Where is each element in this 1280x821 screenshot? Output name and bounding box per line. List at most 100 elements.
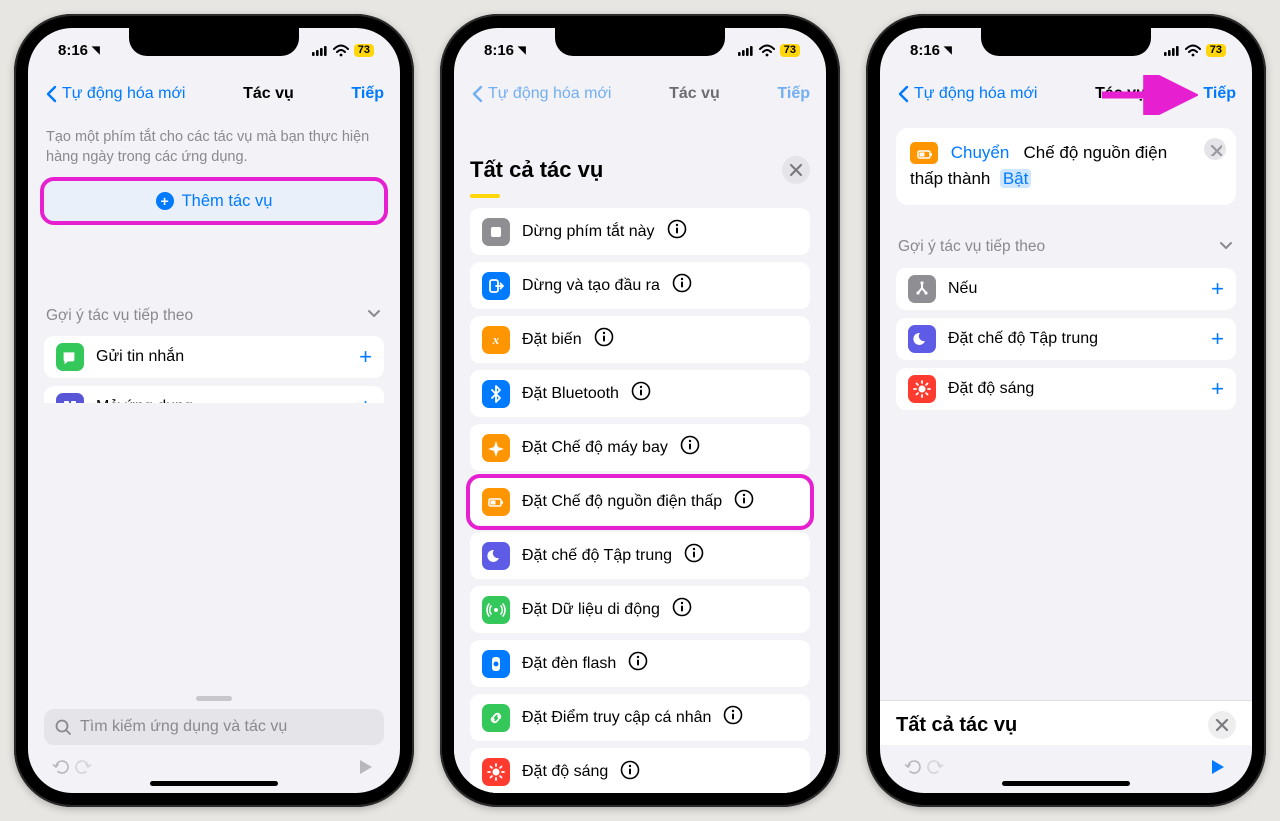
suggestion-row[interactable]: Nếu +	[896, 268, 1236, 310]
plus-icon: +	[156, 192, 174, 210]
back-button[interactable]: Tự động hóa mới	[896, 85, 1037, 103]
nav-bar: Tự động hóa mới Tác vụ Tiếp	[880, 72, 1252, 116]
flash-icon	[482, 650, 510, 678]
info-button[interactable]	[672, 273, 692, 298]
action-row[interactable]: Đặt đèn flash	[470, 640, 810, 688]
suggestion-label: Đặt chế độ Tập trung	[948, 330, 1098, 348]
info-button[interactable]	[684, 543, 704, 568]
message-icon	[56, 343, 84, 371]
search-field[interactable]: Tìm kiếm ứng dụng và tác vụ	[44, 709, 384, 745]
notch	[555, 28, 725, 56]
undo-button[interactable]	[904, 757, 924, 782]
action-text-2: thấp thành	[910, 169, 990, 188]
info-button[interactable]	[680, 435, 700, 460]
suggestion-label: Nếu	[948, 280, 977, 298]
info-button[interactable]	[620, 760, 640, 785]
battery-indicator: 73	[1206, 44, 1226, 57]
suggestion-row[interactable]: Đặt chế độ Tập trung +	[896, 318, 1236, 360]
nav-bar: Tự động hóa mới Tác vụ Tiếp	[454, 72, 826, 116]
home-indicator[interactable]	[150, 781, 278, 786]
action-row[interactable]: Dừng và tạo đầu ra	[470, 262, 810, 310]
moon-icon	[908, 325, 936, 353]
info-button[interactable]	[734, 489, 754, 514]
home-indicator[interactable]	[1002, 781, 1130, 786]
add-icon[interactable]: +	[1211, 376, 1224, 402]
back-button[interactable]: Tự động hóa mới	[44, 85, 185, 103]
var-icon	[482, 326, 510, 354]
info-button[interactable]	[672, 597, 692, 622]
all-actions-bar[interactable]: Tất cả tác vụ	[880, 700, 1252, 745]
phone-1: 8:16◥ 73 Tự động hóa mới Tác vụ Tiếp Tạo…	[14, 14, 414, 807]
action-row[interactable]: Đặt Bluetooth	[470, 370, 810, 418]
suggestion-row[interactable]: Đặt độ sáng+	[896, 368, 1236, 410]
nav-title: Tác vụ	[669, 85, 720, 103]
info-button[interactable]	[628, 651, 648, 676]
info-button[interactable]	[723, 705, 743, 730]
grid-icon	[56, 393, 84, 403]
battery-indicator: 73	[780, 44, 800, 57]
exit-icon	[482, 272, 510, 300]
chevron-left-icon	[44, 85, 58, 103]
status-time: 8:16	[58, 42, 88, 59]
action-row[interactable]: Đặt Dữ liệu di động	[470, 586, 810, 634]
location-icon: ◥	[92, 45, 100, 56]
undo-button[interactable]	[52, 757, 72, 782]
back-button[interactable]: Tự động hóa mới	[470, 85, 611, 103]
notch	[981, 28, 1151, 56]
location-icon: ◥	[518, 45, 526, 56]
remove-action-button[interactable]	[1204, 138, 1226, 160]
all-actions-title: Tất cả tác vụ	[896, 714, 1017, 737]
collapse-button[interactable]	[366, 305, 382, 326]
redo-button[interactable]	[924, 757, 944, 782]
status-time: 8:16	[484, 42, 514, 59]
stop-icon	[482, 218, 510, 246]
add-icon[interactable]: +	[359, 344, 372, 370]
suggestion-row[interactable]: Gửi tin nhắn+	[44, 336, 384, 378]
suggestion-row[interactable]: Mở ứng dụng+	[44, 386, 384, 403]
next-button[interactable]: Tiếp	[1203, 85, 1236, 103]
info-button[interactable]	[631, 381, 651, 406]
sheet-title: Tất cả tác vụ	[470, 157, 603, 183]
add-icon[interactable]: +	[1211, 326, 1224, 352]
info-button[interactable]	[594, 327, 614, 352]
action-row[interactable]: Đặt Chế độ máy bay	[470, 424, 810, 472]
token-value[interactable]: Bật	[1000, 169, 1032, 188]
action-label: Dừng phím tắt này	[522, 223, 655, 241]
next-button[interactable]: Tiếp	[777, 85, 810, 103]
battery-indicator: 73	[354, 44, 374, 57]
add-icon[interactable]: +	[1211, 276, 1224, 302]
close-button[interactable]	[1208, 711, 1236, 739]
action-row[interactable]: Đặt chế độ Tập trung	[470, 532, 810, 580]
search-icon	[54, 718, 72, 736]
action-row[interactable]: Đặt Chế độ nguồn điện thấp	[470, 478, 810, 526]
wifi-icon	[759, 44, 775, 57]
add-action-button[interactable]: + Thêm tác vụ	[44, 181, 384, 221]
token-operation[interactable]: Chuyển	[951, 143, 1010, 162]
action-label: Đặt Bluetooth	[522, 385, 619, 403]
action-label: Đặt độ sáng	[522, 763, 608, 781]
moon-icon	[482, 542, 510, 570]
next-button[interactable]: Tiếp	[351, 85, 384, 103]
action-row[interactable]: Đặt độ sáng	[470, 748, 810, 793]
action-row[interactable]: Đặt biến	[470, 316, 810, 364]
collapse-button[interactable]	[1218, 237, 1234, 258]
add-icon[interactable]: +	[359, 394, 372, 403]
info-button[interactable]	[667, 219, 687, 244]
wifi-icon	[333, 44, 349, 57]
signal-icon	[312, 44, 328, 56]
action-text-1: Chế độ nguồn điện	[1024, 143, 1168, 162]
redo-button[interactable]	[72, 757, 92, 782]
low-power-icon	[910, 142, 938, 164]
bright-icon	[908, 375, 936, 403]
action-row[interactable]: Dừng phím tắt này	[470, 208, 810, 256]
close-button[interactable]	[782, 156, 810, 184]
actions-sheet: Tất cả tác vụ Dừng phím tắt này Dừng và t…	[454, 136, 826, 793]
action-card[interactable]: Chuyển Chế độ nguồn điện thấp thành Bật	[896, 128, 1236, 205]
chevron-left-icon	[896, 85, 910, 103]
notch	[129, 28, 299, 56]
play-button[interactable]	[1208, 757, 1228, 782]
action-row[interactable]: Đặt Điểm truy cập cá nhân	[470, 694, 810, 742]
action-label: Dừng và tạo đầu ra	[522, 277, 660, 295]
play-button[interactable]	[356, 757, 376, 782]
action-label: Đặt Chế độ máy bay	[522, 439, 668, 457]
